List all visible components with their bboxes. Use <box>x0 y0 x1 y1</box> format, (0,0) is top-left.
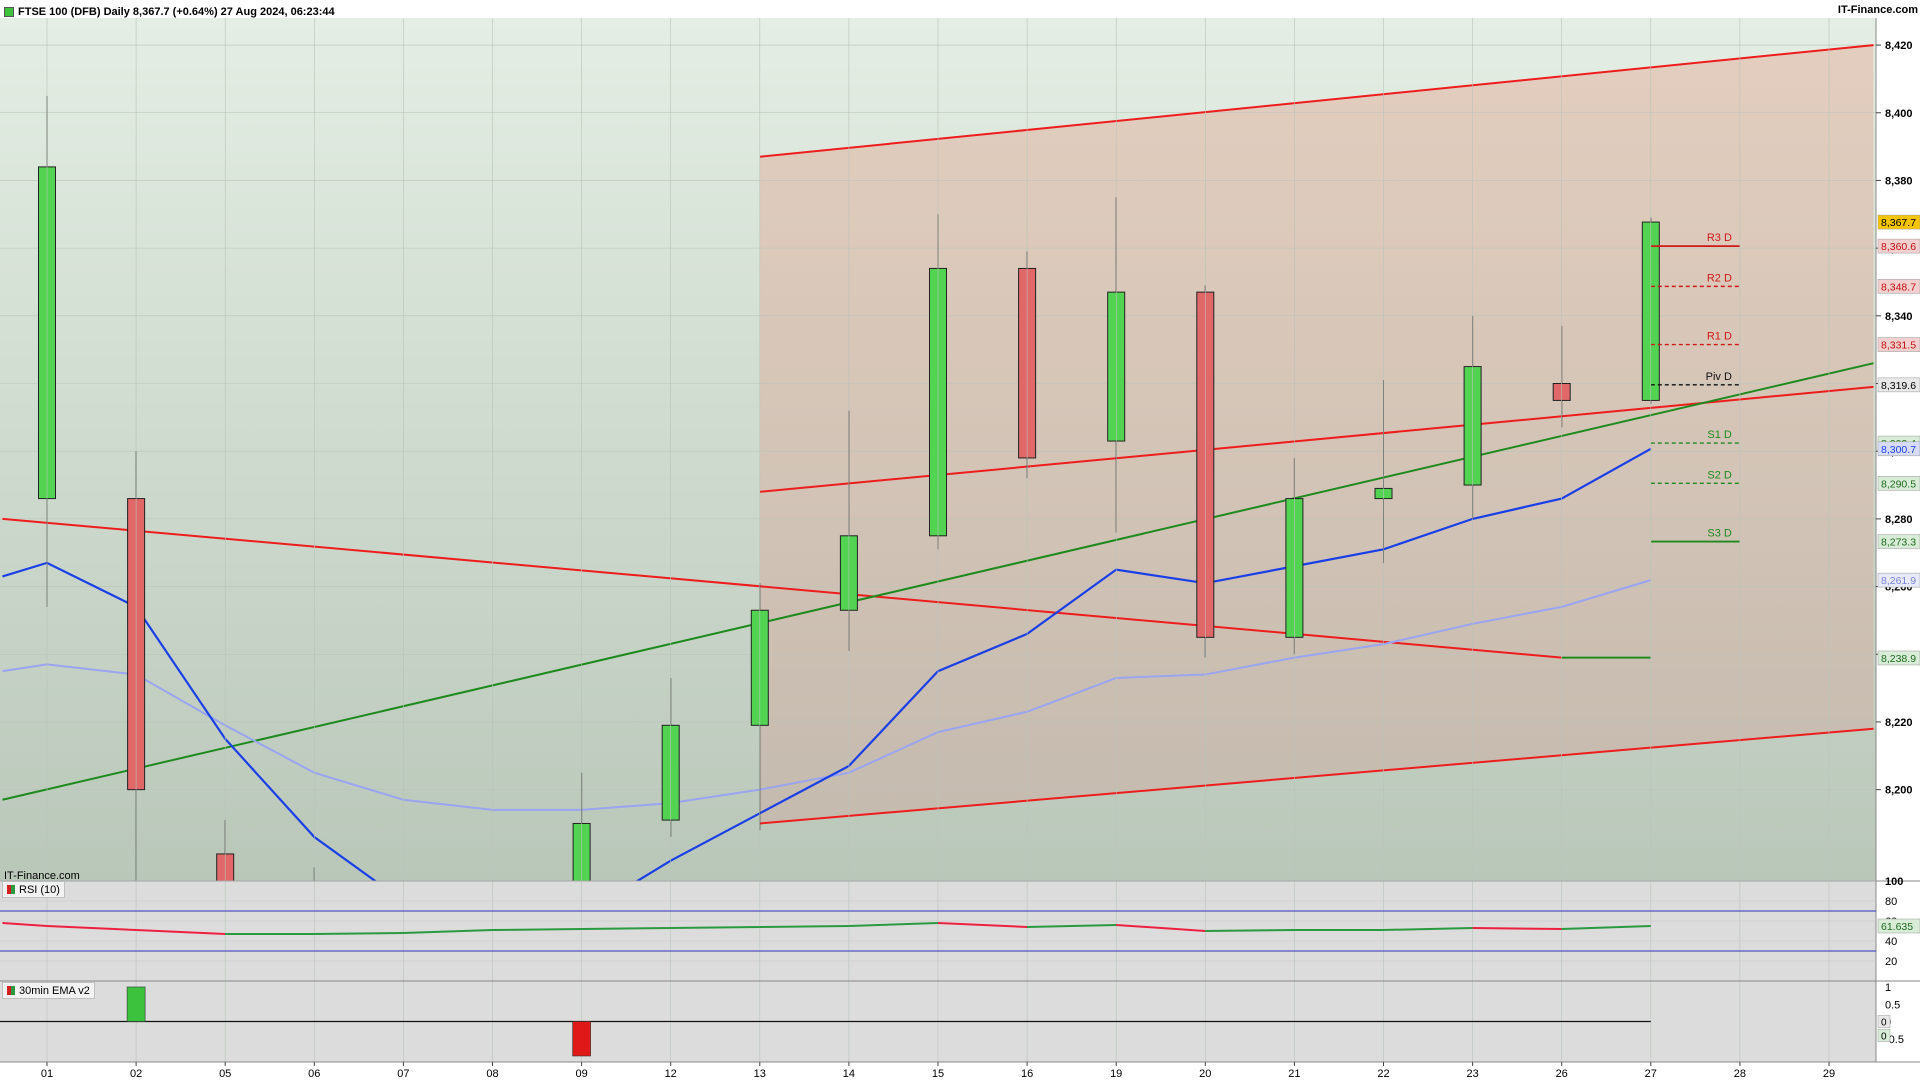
price-tag-label: 8,367.7 <box>1881 217 1916 229</box>
rsi-line-segment <box>314 932 404 935</box>
ema-signal-tag-label: 0 <box>1881 1032 1887 1043</box>
y-tick-label: 8,400 <box>1885 108 1913 120</box>
price-chart[interactable]: R3 D R2 D R1 D Piv D S1 D S2 D S3 D 8,200 8,220 8… <box>0 0 1920 1080</box>
rsi-line-segment <box>1205 929 1295 932</box>
x-tick-label: 13 <box>754 1068 766 1080</box>
rsi-line-segment <box>1472 927 1562 930</box>
time-axis-background <box>0 1062 1920 1080</box>
x-tick-label: 14 <box>843 1068 855 1080</box>
rsi-tick-label: 80 <box>1885 896 1897 908</box>
price-tag-label: 8,290.5 <box>1881 478 1916 490</box>
price-tag-label: 8,348.7 <box>1881 281 1916 293</box>
rsi-line-segment <box>670 926 760 929</box>
x-tick-label: 02 <box>130 1068 142 1080</box>
x-tick-label: 12 <box>665 1068 677 1080</box>
x-tick-label: 20 <box>1199 1068 1211 1080</box>
rsi-line-segment <box>759 925 849 928</box>
x-tick-label: 29 <box>1823 1068 1835 1080</box>
ema-signal-tag-label: 0 <box>1881 1018 1887 1029</box>
rsi-tick-label: 40 <box>1885 936 1897 948</box>
x-tick-label: 22 <box>1377 1068 1389 1080</box>
pivot-label: S1 D <box>1707 429 1732 441</box>
x-tick-label: 16 <box>1021 1068 1033 1080</box>
ema-signal-swatch-icon <box>7 986 15 995</box>
x-tick-label: 23 <box>1466 1068 1478 1080</box>
x-tick-label: 27 <box>1645 1068 1657 1080</box>
price-tag-label: 8,319.6 <box>1881 380 1916 392</box>
y-tick-label: 8,220 <box>1885 717 1913 729</box>
pivot-label: S2 D <box>1707 469 1732 481</box>
y-tick-label: 8,280 <box>1885 514 1913 526</box>
ema-signal-panel-label: 30min EMA v2 <box>19 984 90 997</box>
price-tag-label: 8,261.9 <box>1881 575 1916 587</box>
pivot-label: R3 D <box>1707 232 1732 244</box>
pivot-label: R2 D <box>1707 272 1732 284</box>
price-tag-label: 8,273.3 <box>1881 537 1916 549</box>
y-tick-label: 8,380 <box>1885 175 1913 187</box>
price-tag-label: 8,331.5 <box>1881 340 1916 352</box>
pivot-label: R1 D <box>1707 331 1732 343</box>
rsi-tick-label: 20 <box>1885 956 1897 968</box>
rsi-line-segment <box>581 927 671 930</box>
x-tick-label: 26 <box>1556 1068 1568 1080</box>
x-tick-label: 15 <box>932 1068 944 1080</box>
y-tick-label: 8,340 <box>1885 311 1913 323</box>
rsi-panel-label: RSI (10) <box>19 883 60 896</box>
ema-signal-tick-label: 1 <box>1885 982 1891 994</box>
ema-signal-panel-tag[interactable]: 30min EMA v2 <box>2 982 95 999</box>
ema-signal-bar <box>126 986 146 1022</box>
price-tag-label: 8,238.9 <box>1881 653 1916 665</box>
pivot-label: S3 D <box>1707 528 1732 540</box>
x-tick-label: 09 <box>575 1068 587 1080</box>
price-tag-label: 8,360.6 <box>1881 241 1916 253</box>
rsi-swatch-icon <box>7 885 15 894</box>
rsi-panel-tag[interactable]: RSI (10) <box>2 881 65 898</box>
x-tick-label: 07 <box>397 1068 409 1080</box>
x-tick-label: 28 <box>1734 1068 1746 1080</box>
price-tag-label: 8,300.7 <box>1881 444 1916 456</box>
x-tick-label: 05 <box>219 1068 231 1080</box>
x-tick-label: 06 <box>308 1068 320 1080</box>
ema-signal-bar <box>572 1021 591 1057</box>
y-tick-label: 8,420 <box>1885 40 1913 52</box>
x-tick-label: 21 <box>1288 1068 1300 1080</box>
rsi-line-segment <box>492 928 582 931</box>
x-tick-label: 01 <box>41 1068 53 1080</box>
rsi-value-label: 61.635 <box>1881 921 1913 933</box>
x-tick-label: 08 <box>486 1068 498 1080</box>
ema-signal-tick-label: 0.5 <box>1885 999 1900 1011</box>
x-tick-label: 19 <box>1110 1068 1122 1080</box>
pivot-label: Piv D <box>1706 371 1732 383</box>
y-tick-label: 8,200 <box>1885 785 1913 797</box>
rsi-tick-label: 100 <box>1885 876 1903 888</box>
